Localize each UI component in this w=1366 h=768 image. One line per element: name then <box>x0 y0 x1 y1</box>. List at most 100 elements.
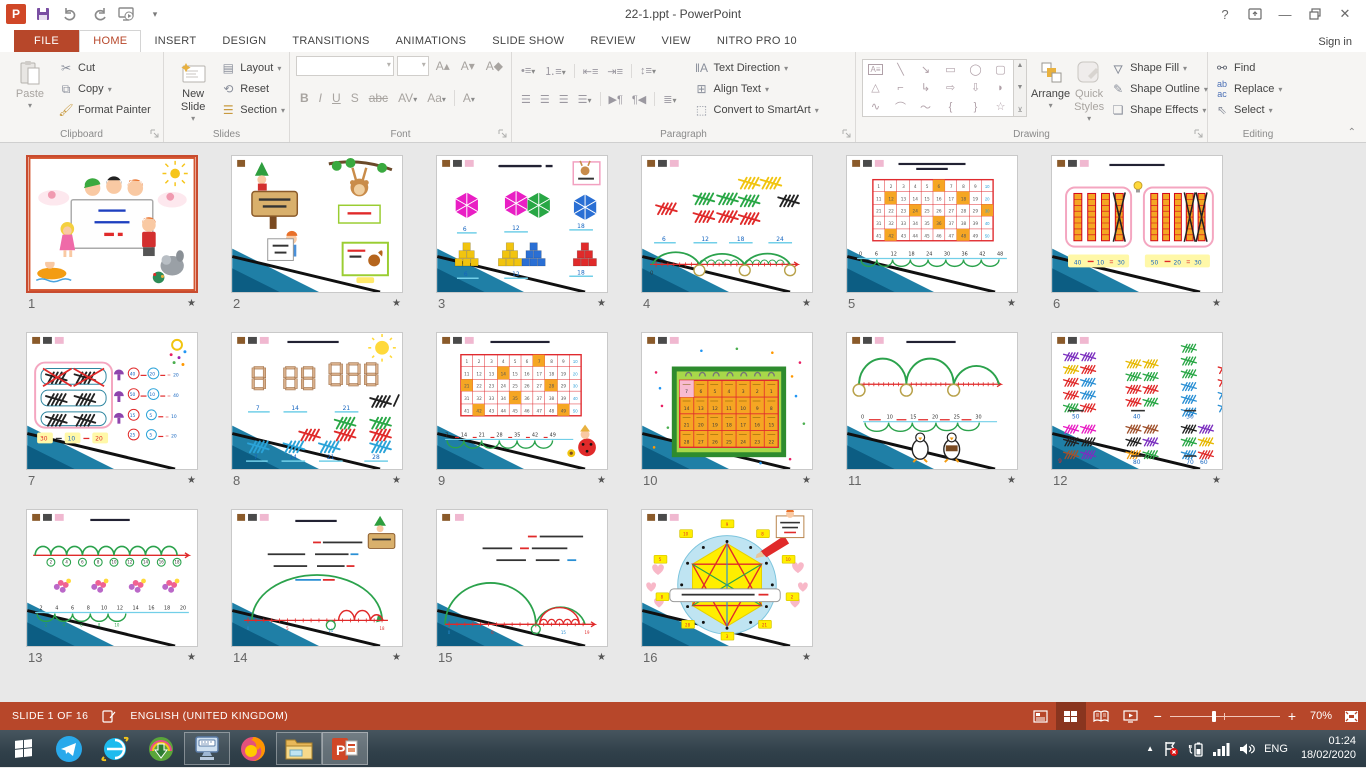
down-arrow-shape-icon[interactable]: ⇩ <box>971 81 980 94</box>
slide-thumbnail-16[interactable]: 98102213288510 <box>641 509 813 647</box>
shape-gallery[interactable]: A≡ ╲ ↘ ▭ ◯ ▢ △ ⌐ ↳ ⇨ ⇩ ◗ ∿ ⌒ 〜 { } ☆ <box>862 59 1014 117</box>
tab-view[interactable]: VIEW <box>649 30 704 52</box>
decrease-font-icon[interactable]: A▾ <box>457 57 479 75</box>
triangle-shape-icon[interactable]: △ <box>871 81 879 94</box>
paragraph-dialog-launcher-icon[interactable] <box>842 129 852 139</box>
font-size-combo[interactable] <box>397 56 429 76</box>
spellcheck-icon[interactable] <box>102 710 116 723</box>
arrow-shape-icon[interactable]: ↘ <box>921 63 930 76</box>
power-battery-icon[interactable] <box>1188 741 1204 757</box>
taskbar-idm-icon[interactable] <box>138 730 184 767</box>
underline-button[interactable]: U <box>328 89 345 107</box>
elbow-arrow-shape-icon[interactable]: ↳ <box>921 81 930 94</box>
paste-button[interactable]: Paste▾ <box>6 56 54 126</box>
slideshow-view-icon[interactable] <box>1116 702 1146 730</box>
rectangle-shape-icon[interactable]: ▭ <box>945 63 955 76</box>
taskbar-clock[interactable]: 01:24 18/02/2020 <box>1297 735 1356 763</box>
repeat-icon[interactable] <box>88 3 110 25</box>
tab-design[interactable]: DESIGN <box>209 30 279 52</box>
align-center-icon[interactable]: ☰ <box>537 91 553 108</box>
columns-icon[interactable]: ≣▾ <box>660 91 679 108</box>
slide-thumbnail-2[interactable] <box>231 155 403 293</box>
star-shape-icon[interactable]: ☆ <box>996 100 1006 113</box>
shape-gallery-scrollbar[interactable]: ▲▼⊻ <box>1014 59 1027 117</box>
action-center-flag-icon[interactable] <box>1163 741 1179 757</box>
elbow-shape-icon[interactable]: ⌐ <box>897 82 903 94</box>
copy-button[interactable]: ⧉Copy▾ <box>58 80 151 98</box>
slide-thumbnail-6[interactable]: 4010=30 5020=30 <box>1051 155 1223 293</box>
section-button[interactable]: ☰Section▾ <box>220 101 285 119</box>
rtl-direction-icon[interactable]: ¶◀ <box>629 91 649 108</box>
slide-thumbnail-11[interactable]: 01015202530 <box>846 332 1018 470</box>
justify-icon[interactable]: ☰▾ <box>575 91 595 108</box>
align-left-icon[interactable]: ☰ <box>518 91 534 108</box>
curve-shape-icon[interactable]: 〜 <box>920 99 931 115</box>
select-button[interactable]: ⇖Select▾ <box>1214 101 1282 119</box>
zoom-level[interactable]: 70% <box>1304 710 1336 722</box>
normal-view-icon[interactable] <box>1026 702 1056 730</box>
slide-sorter-view-icon[interactable] <box>1056 702 1086 730</box>
slide-thumbnail-3[interactable]: 6 12 18 6 12 18 <box>436 155 608 293</box>
new-slide-button[interactable]: New Slide▾ <box>170 56 216 126</box>
close-icon[interactable]: ✕ <box>1330 2 1360 26</box>
right-arrow-shape-icon[interactable]: ⇨ <box>946 81 955 94</box>
powerpoint-app-icon[interactable]: P <box>6 4 26 24</box>
taskbar-internet-explorer-icon[interactable] <box>92 730 138 767</box>
slide-thumbnail-5[interactable]: 123456789 111213141516171819 21222324252… <box>846 155 1018 293</box>
language-status[interactable]: ENGLISH (UNITED KINGDOM) <box>130 710 288 722</box>
zoom-in-icon[interactable]: + <box>1288 708 1296 724</box>
decrease-indent-icon[interactable]: ⇤≡ <box>580 63 602 80</box>
slide-thumbnail-1[interactable] <box>26 155 198 293</box>
callout-shape-icon[interactable]: ◗ <box>997 82 1004 94</box>
slide-thumbnail-14[interactable]: 051118 <box>231 509 403 647</box>
slide-thumbnail-9[interactable]: 123456789 111213141516171819 21222324252… <box>436 332 608 470</box>
oval-shape-icon[interactable]: ◯ <box>969 63 981 76</box>
tab-insert[interactable]: INSERT <box>141 30 209 52</box>
start-button[interactable] <box>0 730 46 767</box>
left-brace-shape-icon[interactable]: { <box>949 101 953 113</box>
font-name-combo[interactable] <box>296 56 394 76</box>
scribble-shape-icon[interactable]: ∿ <box>871 100 880 113</box>
convert-smartart-button[interactable]: ⬚Convert to SmartArt▾ <box>694 101 819 119</box>
font-dialog-launcher-icon[interactable] <box>498 129 508 139</box>
zoom-out-icon[interactable]: − <box>1154 708 1162 724</box>
clipboard-dialog-launcher-icon[interactable] <box>150 129 160 139</box>
bold-button[interactable]: B <box>296 89 313 107</box>
reading-view-icon[interactable] <box>1086 702 1116 730</box>
taskbar-remote-keyboard-icon[interactable] <box>184 732 230 765</box>
shape-outline-button[interactable]: ✎Shape Outline▾ <box>1110 80 1208 98</box>
customize-qat-icon[interactable]: ▾ <box>144 3 166 25</box>
tab-home[interactable]: HOME <box>79 30 141 52</box>
italic-button[interactable]: I <box>315 89 326 107</box>
input-language[interactable]: ENG <box>1264 743 1288 755</box>
slide-thumbnail-4[interactable]: 6 12 18 24 0 <box>641 155 813 293</box>
start-from-beginning-icon[interactable] <box>116 3 138 25</box>
clear-formatting-icon[interactable]: A◆ <box>482 57 507 75</box>
ltr-direction-icon[interactable]: ▶¶ <box>606 91 626 108</box>
format-painter-button[interactable]: 🖌Format Painter <box>58 101 151 119</box>
text-direction-button[interactable]: ‖AText Direction▾ <box>694 59 819 77</box>
slide-thumbnail-8[interactable]: 7 14 21 7 14 21 28 <box>231 332 403 470</box>
sign-in-link[interactable]: Sign in <box>1318 36 1352 48</box>
rounded-rectangle-shape-icon[interactable]: ▢ <box>995 63 1005 76</box>
arrange-button[interactable]: Arrange▾ <box>1031 56 1070 126</box>
layout-button[interactable]: ▤Layout▾ <box>220 59 285 77</box>
character-spacing-button[interactable]: AV▾ <box>394 89 421 107</box>
slide-thumbnail-12[interactable]: 50 40 30 9 80 70 60 <box>1051 332 1223 470</box>
minimize-icon[interactable]: — <box>1270 2 1300 26</box>
bullets-icon[interactable]: •≡▾ <box>518 63 538 79</box>
text-box-shape-icon[interactable]: A≡ <box>868 64 882 75</box>
zoom-slider[interactable] <box>1170 710 1280 722</box>
slide-thumbnail-7[interactable]: 40 20 =20 50 10 =40 15 5 =10 25 5 =20 30 <box>26 332 198 470</box>
zoom-slider-thumb[interactable] <box>1212 711 1216 722</box>
tab-slideshow[interactable]: SLIDE SHOW <box>479 30 577 52</box>
restore-icon[interactable] <box>1300 2 1330 26</box>
fit-slide-to-window-icon[interactable] <box>1336 702 1366 730</box>
text-shadow-button[interactable]: S <box>347 89 363 107</box>
save-icon[interactable] <box>32 3 54 25</box>
tab-review[interactable]: REVIEW <box>577 30 648 52</box>
align-right-icon[interactable]: ☰ <box>556 91 572 108</box>
numbering-icon[interactable]: ⒈≡▾ <box>541 61 568 81</box>
arc-shape-icon[interactable]: ⌒ <box>895 99 906 115</box>
replace-button[interactable]: abacReplace▾ <box>1214 80 1282 98</box>
